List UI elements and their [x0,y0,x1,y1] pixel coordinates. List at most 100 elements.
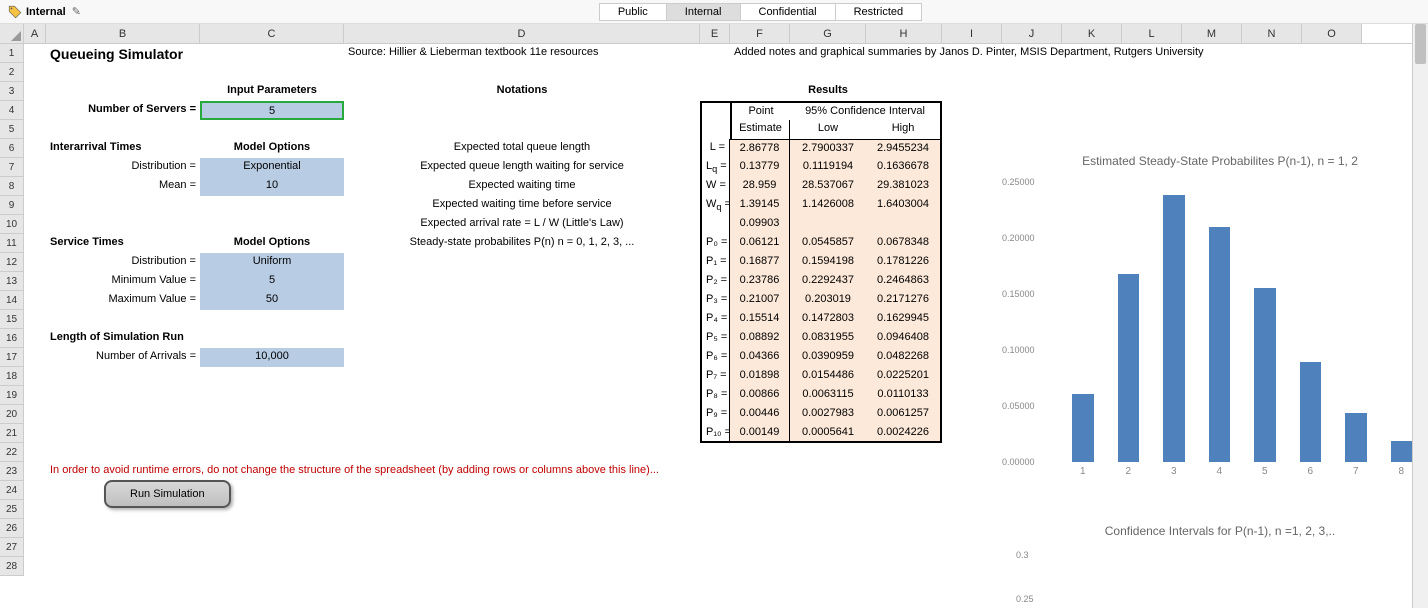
cell-F13: 0.23786 [730,272,790,291]
ytick-5: 0.25000 [1002,177,1035,187]
cell-F15: 0.15514 [730,310,790,329]
col-header-O[interactable]: O [1302,24,1362,43]
row-header-22[interactable]: 22 [0,443,24,462]
cell-G4: 95% Confidence Interval [790,101,942,120]
row-header-24[interactable]: 24 [0,481,24,500]
cell-G19: 0.0063115 [790,386,866,405]
col-header-L[interactable]: L [1122,24,1182,43]
row-header-25[interactable]: 25 [0,500,24,519]
row-header-3[interactable]: 3 [0,82,24,101]
col-header-K[interactable]: K [1062,24,1122,43]
col-header-I[interactable]: I [942,24,1002,43]
cell-G18: 0.0154486 [790,367,866,386]
spreadsheet-grid[interactable]: Queueing SimulatorSource: Hillier & Lieb… [24,44,1412,608]
ytick-1: 0.05000 [1002,401,1035,411]
row-header-10[interactable]: 10 [0,215,24,234]
row-header-1[interactable]: 1 [0,44,24,63]
row-header-2[interactable]: 2 [0,63,24,82]
row-header-4[interactable]: 4 [0,101,24,120]
column-headers[interactable]: ABCDEFGHIJKLMNO [24,24,1412,44]
classification-tabs: Public Internal Confidential Restricted [599,3,922,21]
col-header-J[interactable]: J [1002,24,1062,43]
row-header-20[interactable]: 20 [0,405,24,424]
cell-H7: 0.1636678 [866,158,942,177]
row-header-19[interactable]: 19 [0,386,24,405]
cell-G9: 1.1426008 [790,196,866,215]
cell-G16: 0.0831955 [790,329,866,348]
cell-G5: Low [790,120,866,139]
cell-D9: Expected waiting time before service [344,196,700,215]
cell-C7[interactable]: Exponential [200,158,344,177]
row-header-26[interactable]: 26 [0,519,24,538]
ytick-0: 0.00000 [1002,457,1035,467]
tab-public[interactable]: Public [599,3,667,21]
cell-E18: P₇ = [700,367,730,386]
cell-E16: P₅ = [700,329,730,348]
run-simulation-button[interactable]: Run Simulation [104,480,231,508]
col-header-F[interactable]: F [730,24,790,43]
cell-F16: 0.08892 [730,329,790,348]
vertical-scrollbar[interactable] [1412,24,1428,608]
scrollbar-thumb[interactable] [1415,24,1426,64]
row-header-11[interactable]: 11 [0,234,24,253]
cell-C13[interactable]: 5 [200,272,344,291]
cell-C8[interactable]: 10 [200,177,344,196]
cell-E4 [700,101,730,120]
col-header-D[interactable]: D [344,24,700,43]
row-header-21[interactable]: 21 [0,424,24,443]
select-all-corner[interactable] [0,24,24,44]
col-header-C[interactable]: C [200,24,344,43]
row-header-28[interactable]: 28 [0,557,24,576]
cell-C17[interactable]: 10,000 [200,348,344,367]
tab-restricted[interactable]: Restricted [836,3,923,21]
cell-B17: Number of Arrivals = [46,348,200,367]
row-header-16[interactable]: 16 [0,329,24,348]
cell-G11: 0.0545857 [790,234,866,253]
row-header-6[interactable]: 6 [0,139,24,158]
bar-8 [1391,441,1413,462]
cell-C14[interactable]: 50 [200,291,344,310]
row-header-18[interactable]: 18 [0,367,24,386]
bar-6 [1300,362,1322,462]
edit-classification-icon[interactable]: ✎ [72,5,81,18]
cell-C11: Model Options [200,234,344,253]
row-header-9[interactable]: 9 [0,196,24,215]
row-header-23[interactable]: 23 [0,462,24,481]
row-header-13[interactable]: 13 [0,272,24,291]
row-header-27[interactable]: 27 [0,538,24,557]
cell-H19: 0.0110133 [866,386,942,405]
classification-label: Internal [26,6,66,18]
col-header-M[interactable]: M [1182,24,1242,43]
cell-E9: Wq = [700,196,730,215]
cell-E5 [700,120,730,139]
xlabel-1: 1 [1060,466,1106,477]
cell-H13: 0.2464863 [866,272,942,291]
row-header-15[interactable]: 15 [0,310,24,329]
row-header-7[interactable]: 7 [0,158,24,177]
cell-E11: P₀ = [700,234,730,253]
row-header-8[interactable]: 8 [0,177,24,196]
tab-internal[interactable]: Internal [667,3,741,21]
col-header-A[interactable]: A [24,24,46,43]
cell-B12: Distribution = [46,253,200,272]
bar-1 [1072,394,1094,462]
cell-B23: In order to avoid runtime errors, do not… [46,462,946,481]
row-headers[interactable]: 1234567891011121314151617181920212223242… [0,44,24,576]
bar-5 [1254,288,1276,462]
col-header-B[interactable]: B [46,24,200,43]
cell-C4[interactable]: 5 [200,101,344,120]
row-header-12[interactable]: 12 [0,253,24,272]
col-header-N[interactable]: N [1242,24,1302,43]
col-header-G[interactable]: G [790,24,866,43]
row-header-14[interactable]: 14 [0,291,24,310]
cell-C12[interactable]: Uniform [200,253,344,272]
col-header-E[interactable]: E [700,24,730,43]
tab-confidential[interactable]: Confidential [741,3,836,21]
cell-C6: Model Options [200,139,344,158]
cell-G13: 0.2292437 [790,272,866,291]
cell-H21: 0.0024226 [866,424,942,443]
row-header-17[interactable]: 17 [0,348,24,367]
col-header-H[interactable]: H [866,24,942,43]
cell-F14: 0.21007 [730,291,790,310]
row-header-5[interactable]: 5 [0,120,24,139]
